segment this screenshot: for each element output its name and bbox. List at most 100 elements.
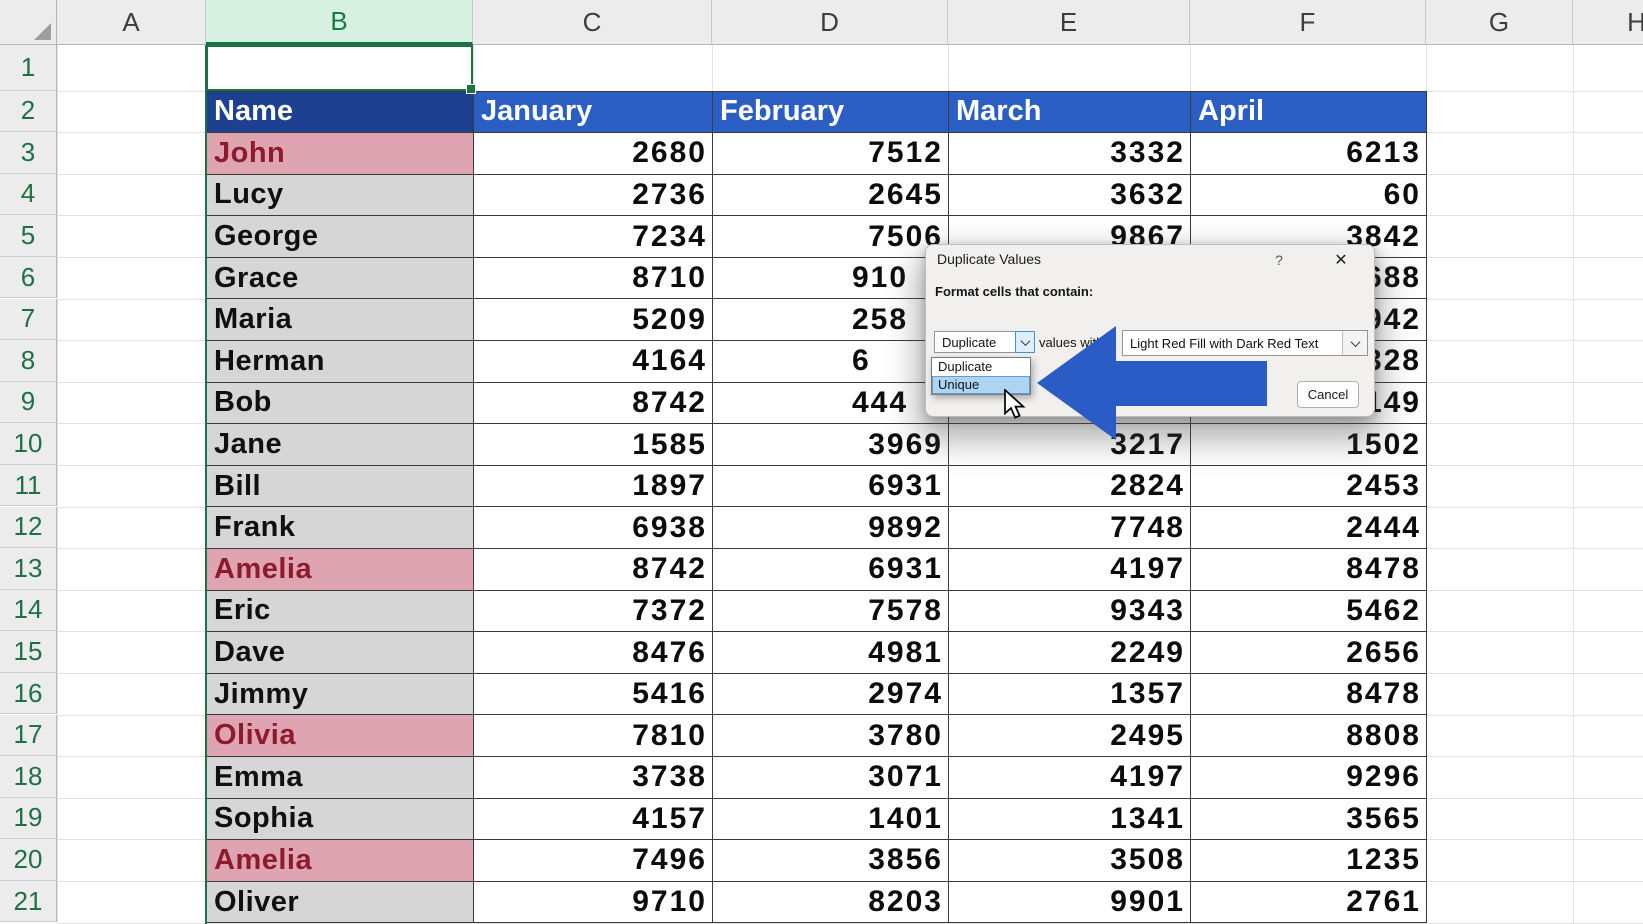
- cell-value[interactable]: 7578: [713, 591, 949, 633]
- cell-value[interactable]: 9710: [474, 882, 713, 924]
- cell-value[interactable]: 258: [713, 299, 949, 341]
- rule-type-select[interactable]: Duplicate: [934, 331, 1035, 353]
- row-header-12[interactable]: 12: [0, 507, 57, 549]
- cell-name[interactable]: Grace: [207, 258, 474, 300]
- table-header-march[interactable]: March: [949, 92, 1191, 134]
- cell-name[interactable]: Dave: [207, 632, 474, 674]
- cell-name[interactable]: Bill: [207, 466, 474, 508]
- cell-value[interactable]: 9901: [949, 882, 1191, 924]
- cell-name[interactable]: Jimmy: [207, 674, 474, 716]
- cell-value[interactable]: 6931: [713, 549, 949, 591]
- cell-name[interactable]: Frank: [207, 507, 474, 549]
- cell-value[interactable]: 8808: [1191, 715, 1427, 757]
- cell-value[interactable]: 3071: [713, 757, 949, 799]
- cell-name[interactable]: Lucy: [207, 175, 474, 217]
- cell-value[interactable]: 5416: [474, 674, 713, 716]
- table-header-april[interactable]: April: [1191, 92, 1427, 134]
- cell-value[interactable]: 6: [713, 341, 949, 383]
- cell-name[interactable]: Eric: [207, 591, 474, 633]
- column-header-b[interactable]: B: [206, 0, 473, 45]
- column-header-c[interactable]: C: [473, 0, 712, 45]
- cell-value[interactable]: 910: [713, 258, 949, 300]
- row-header-9[interactable]: 9: [0, 382, 57, 424]
- cell-value[interactable]: 8710: [474, 258, 713, 300]
- cell-value[interactable]: 4157: [474, 799, 713, 841]
- cell-value[interactable]: 1341: [949, 799, 1191, 841]
- cell-value[interactable]: 3780: [713, 715, 949, 757]
- cell-value[interactable]: 9343: [949, 591, 1191, 633]
- cell-value[interactable]: 7234: [474, 216, 713, 258]
- cell-value[interactable]: 8478: [1191, 549, 1427, 591]
- cell-value[interactable]: 2645: [713, 175, 949, 217]
- row-header-16[interactable]: 16: [0, 673, 57, 715]
- cell-value[interactable]: 444: [713, 383, 949, 425]
- cell-name[interactable]: Herman: [207, 341, 474, 383]
- cell-value[interactable]: 2680: [474, 133, 713, 175]
- help-button[interactable]: ?: [1270, 252, 1288, 268]
- cell-value[interactable]: 8478: [1191, 674, 1427, 716]
- row-header-18[interactable]: 18: [0, 756, 57, 798]
- row-header-21[interactable]: 21: [0, 881, 57, 923]
- cell-value[interactable]: 6938: [474, 507, 713, 549]
- cell-value[interactable]: 1585: [474, 424, 713, 466]
- cell-name[interactable]: Amelia: [207, 549, 474, 591]
- row-header-1[interactable]: 1: [0, 45, 57, 91]
- cell-value[interactable]: 8203: [713, 882, 949, 924]
- column-header-g[interactable]: G: [1426, 0, 1573, 45]
- cell-value[interactable]: 5462: [1191, 591, 1427, 633]
- cell-name[interactable]: Oliver: [207, 882, 474, 924]
- cell-value[interactable]: 7748: [949, 507, 1191, 549]
- row-header-19[interactable]: 19: [0, 798, 57, 840]
- cell-value[interactable]: 4197: [949, 549, 1191, 591]
- row-header-2[interactable]: 2: [0, 91, 57, 133]
- row-header-4[interactable]: 4: [0, 174, 57, 216]
- cell-name[interactable]: Amelia: [207, 840, 474, 882]
- row-header-20[interactable]: 20: [0, 839, 57, 881]
- row-header-15[interactable]: 15: [0, 631, 57, 673]
- cell-value[interactable]: 1357: [949, 674, 1191, 716]
- chevron-down-icon[interactable]: [1342, 331, 1367, 355]
- cell-value[interactable]: 7506: [713, 216, 949, 258]
- cell-value[interactable]: 4981: [713, 632, 949, 674]
- fill-handle[interactable]: [466, 84, 476, 94]
- cell-value[interactable]: 7372: [474, 591, 713, 633]
- cell-name[interactable]: Maria: [207, 299, 474, 341]
- cell-value[interactable]: 2736: [474, 175, 713, 217]
- select-all-corner[interactable]: [0, 0, 57, 45]
- cell-value[interactable]: 7512: [713, 133, 949, 175]
- cell-value[interactable]: 3856: [713, 840, 949, 882]
- cell-value[interactable]: 7810: [474, 715, 713, 757]
- cancel-button[interactable]: Cancel: [1297, 381, 1359, 408]
- cell-value[interactable]: 3565: [1191, 799, 1427, 841]
- row-header-11[interactable]: 11: [0, 465, 57, 507]
- cell-value[interactable]: 1897: [474, 466, 713, 508]
- cell-value[interactable]: 2249: [949, 632, 1191, 674]
- cell-value[interactable]: 9296: [1191, 757, 1427, 799]
- cell-value[interactable]: 3332: [949, 133, 1191, 175]
- selected-cell-b1[interactable]: [206, 45, 473, 91]
- row-header-8[interactable]: 8: [0, 340, 57, 382]
- cell-value[interactable]: 1401: [713, 799, 949, 841]
- close-icon[interactable]: ✕: [1330, 250, 1352, 270]
- column-header-h[interactable]: H: [1573, 0, 1643, 45]
- cell-value[interactable]: 2495: [949, 715, 1191, 757]
- cell-value[interactable]: 60: [1191, 175, 1427, 217]
- cell-value[interactable]: 3508: [949, 840, 1191, 882]
- row-header-3[interactable]: 3: [0, 132, 57, 174]
- table-header-name[interactable]: Name: [207, 92, 474, 134]
- cell-value[interactable]: 7496: [474, 840, 713, 882]
- cell-value[interactable]: 8742: [474, 383, 713, 425]
- cell-value[interactable]: 6213: [1191, 133, 1427, 175]
- row-header-10[interactable]: 10: [0, 423, 57, 465]
- cell-value[interactable]: 6931: [713, 466, 949, 508]
- table-header-january[interactable]: January: [474, 92, 713, 134]
- cell-value[interactable]: 1235: [1191, 840, 1427, 882]
- column-header-f[interactable]: F: [1190, 0, 1426, 45]
- cell-value[interactable]: 4164: [474, 341, 713, 383]
- cell-value[interactable]: 2761: [1191, 882, 1427, 924]
- cell-name[interactable]: Bob: [207, 383, 474, 425]
- cell-name[interactable]: John: [207, 133, 474, 175]
- cell-value[interactable]: 8742: [474, 549, 713, 591]
- row-header-7[interactable]: 7: [0, 299, 57, 341]
- cell-value[interactable]: 2656: [1191, 632, 1427, 674]
